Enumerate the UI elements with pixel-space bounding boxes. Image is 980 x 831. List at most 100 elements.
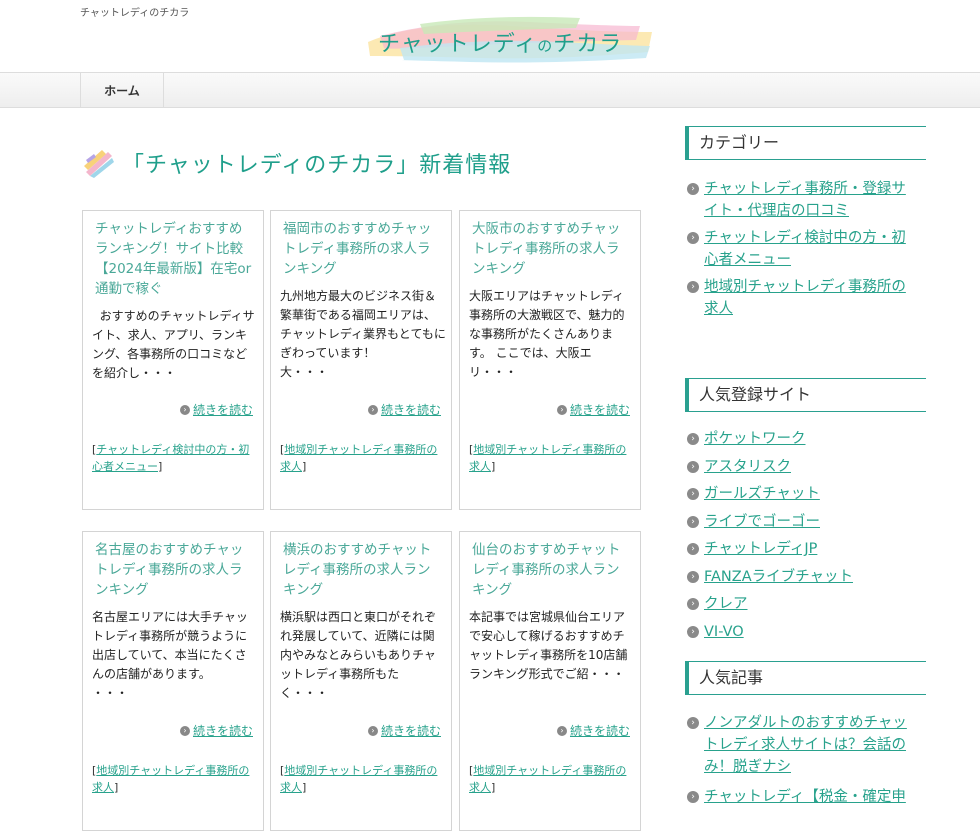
article-excerpt: 本記事では宮城県仙台エリアで安心して稼げるおすすめチャットレディ事務所を10店舗… <box>469 610 628 681</box>
popular-article-item: › チャットレディ【税金・確定申 <box>687 786 912 808</box>
popular-site-link[interactable]: ライブでゴーゴー <box>704 514 820 530</box>
read-more-label[interactable]: 続きを読む <box>193 401 253 418</box>
popular-site-item: › ポケットワーク <box>687 428 912 450</box>
popular-site-link[interactable]: アスタリスク <box>704 459 791 475</box>
popular-site-link[interactable]: FANZAライブチャット <box>704 569 853 585</box>
article-card[interactable]: 仙台のおすすめチャットレディ事務所の求人ランキング 本記事では宮城県仙台エリアで… <box>459 531 641 831</box>
article-category: [地域別チャットレディ事務所の求人] <box>280 764 438 794</box>
read-more-link[interactable]: › 続きを読む <box>367 722 441 739</box>
read-more-label[interactable]: 続きを読む <box>193 722 253 739</box>
chevron-right-icon: › <box>687 232 699 244</box>
chevron-right-icon: › <box>687 515 699 528</box>
popular-site-item: › チャットレディJP <box>687 538 912 560</box>
article-excerpt: おすすめのチャットレディサイト、求人、アプリ、ランキング、各事務所の口コミなどを… <box>92 309 255 380</box>
chevron-right-icon: › <box>687 460 699 473</box>
article-excerpt: 大阪エリアはチャットレディ事務所の大激戦区で、魅力的な事務所がたくさんあります。… <box>469 289 625 379</box>
category-link[interactable]: チャットレディ検討中の方・初心者メニュー <box>92 443 249 473</box>
read-more-label[interactable]: 続きを読む <box>570 722 630 739</box>
category-link[interactable]: 地域別チャットレディ事務所の求人 <box>469 764 626 794</box>
read-more-link[interactable]: › 続きを読む <box>367 401 441 418</box>
chevron-right-icon: › <box>687 570 699 583</box>
category-link[interactable]: 地域別チャットレディ事務所の求人 <box>280 764 437 794</box>
article-excerpt: 九州地方最大のビジネス街＆繁華街である福岡エリアは、チャットレディ業界もとてもに… <box>280 289 446 379</box>
chevron-right-icon: › <box>179 404 190 415</box>
popular-article-link[interactable]: チャットレディ【税金・確定申 <box>704 789 906 805</box>
popular-site-link[interactable]: ポケットワーク <box>704 431 806 447</box>
popular-site-item: › VI-VO <box>687 621 912 643</box>
article-card[interactable]: チャットレディおすすめランキング！サイト比較【2024年最新版】在宅or通勤で稼… <box>82 210 264 510</box>
chevron-right-icon: › <box>367 725 378 736</box>
sidebar-category-link[interactable]: 地域別チャットレディ事務所の求人 <box>704 279 906 317</box>
page-title-text: 「チャットレディのチカラ」新着情報 <box>122 153 512 178</box>
article-excerpt: 名古屋エリアには大手チャットレディ事務所が競うように出店していて、本当にたくさん… <box>92 610 248 700</box>
article-excerpt: 横浜駅は西口と東口がそれぞれ発展していて、近隣には関内やみなとみらいもありチャッ… <box>280 610 437 700</box>
popular-site-link[interactable]: ガールズチャット <box>704 486 820 502</box>
sidebar-category-item: › チャットレディ検討中の方・初心者メニュー <box>687 227 912 271</box>
article-category: [地域別チャットレディ事務所の求人] <box>469 764 627 794</box>
logo-text-c: チカラ <box>553 32 623 57</box>
article-card[interactable]: 福岡市のおすすめチャットレディ事務所の求人ランキング 九州地方最大のビジネス街＆… <box>270 210 452 510</box>
popular-site-item: › ライブでゴーゴー <box>687 511 912 533</box>
read-more-link[interactable]: › 続きを読む <box>179 401 253 418</box>
popular-site-link[interactable]: チャットレディJP <box>704 541 817 557</box>
nav-home-link[interactable]: ホーム <box>80 73 164 107</box>
sidebar-category-item: › 地域別チャットレディ事務所の求人 <box>687 276 912 320</box>
popular-article-item: › ノンアダルトのおすすめチャットレディ求人サイトは？会話のみ！脱ぎナシ <box>687 712 912 778</box>
sidebar-popular-articles-heading: 人気記事 <box>685 661 926 695</box>
article-category: [チャットレディ検討中の方・初心者メニュー] <box>92 443 250 473</box>
chevron-right-icon: › <box>687 543 699 555</box>
article-card[interactable]: 名古屋のおすすめチャットレディ事務所の求人ランキング 名古屋エリアには大手チャッ… <box>82 531 264 831</box>
article-title[interactable]: 仙台のおすすめチャットレディ事務所の求人ランキング <box>472 540 632 600</box>
article-title[interactable]: 福岡市のおすすめチャットレディ事務所の求人ランキング <box>283 219 443 279</box>
chevron-right-icon: › <box>367 404 378 415</box>
chevron-right-icon: › <box>179 725 190 736</box>
article-card[interactable]: 大阪市のおすすめチャットレディ事務所の求人ランキング 大阪エリアはチャットレディ… <box>459 210 641 510</box>
read-more-link[interactable]: › 続きを読む <box>179 722 253 739</box>
category-link[interactable]: 地域別チャットレディ事務所の求人 <box>280 443 437 473</box>
article-card[interactable]: 横浜のおすすめチャットレディ事務所の求人ランキング 横浜駅は西口と東口がそれぞれ… <box>270 531 452 831</box>
read-more-link[interactable]: › 続きを読む <box>556 401 630 418</box>
popular-site-link[interactable]: クレア <box>704 596 748 612</box>
popular-article-link[interactable]: ノンアダルトのおすすめチャットレディ求人サイトは？会話のみ！脱ぎナシ <box>704 715 907 775</box>
chevron-right-icon: › <box>687 433 699 445</box>
chevron-right-icon: › <box>687 488 699 500</box>
read-more-label[interactable]: 続きを読む <box>570 401 630 418</box>
site-tagline: チャットレディのチカラ <box>80 8 190 19</box>
logo-text-b: の <box>537 37 554 55</box>
chevron-right-icon: › <box>687 281 699 293</box>
article-title[interactable]: チャットレディおすすめランキング！サイト比較【2024年最新版】在宅or通勤で稼… <box>95 219 255 299</box>
read-more-link[interactable]: › 続きを読む <box>556 722 630 739</box>
chevron-right-icon: › <box>556 404 567 415</box>
color-splash-icon <box>84 150 114 178</box>
sidebar-category-link[interactable]: チャットレディ検討中の方・初心者メニュー <box>704 230 906 268</box>
sidebar-categories-list: › チャットレディ事務所・登録サイト・代理店の口コミ › チャットレディ検討中の方・… <box>687 178 912 320</box>
sidebar-popular-sites-list: › ポケットワーク › アスタリスク › ガールズチャット › ライブでゴーゴー › チャ… <box>687 428 912 643</box>
article-title[interactable]: 大阪市のおすすめチャットレディ事務所の求人ランキング <box>472 219 632 279</box>
chevron-right-icon: › <box>687 598 699 610</box>
category-link[interactable]: 地域別チャットレディ事務所の求人 <box>469 443 626 473</box>
article-category: [地域別チャットレディ事務所の求人] <box>469 443 627 473</box>
sidebar-category-item: › チャットレディ事務所・登録サイト・代理店の口コミ <box>687 178 912 222</box>
article-category: [地域別チャットレディ事務所の求人] <box>92 764 250 794</box>
logo-text-a: チャットレディ <box>378 32 538 57</box>
page-title: 「チャットレディのチカラ」新着情報 <box>82 145 511 181</box>
popular-site-item: › アスタリスク <box>687 456 912 478</box>
read-more-label[interactable]: 続きを読む <box>381 722 441 739</box>
popular-site-item: › クレア <box>687 593 912 615</box>
main-nav: ホーム <box>0 72 980 108</box>
category-link[interactable]: 地域別チャットレディ事務所の求人 <box>92 764 249 794</box>
chevron-right-icon: › <box>687 717 699 729</box>
logo-text: チャットレディのチカラ <box>378 26 622 58</box>
popular-site-link[interactable]: VI-VO <box>704 624 744 640</box>
site-logo[interactable]: チャットレディのチカラ <box>360 12 660 70</box>
read-more-label[interactable]: 続きを読む <box>381 401 441 418</box>
chevron-right-icon: › <box>556 725 567 736</box>
sidebar-category-link[interactable]: チャットレディ事務所・登録サイト・代理店の口コミ <box>704 181 906 219</box>
sidebar-categories-heading: カテゴリー <box>685 126 926 160</box>
chevron-right-icon: › <box>687 791 699 803</box>
article-title[interactable]: 名古屋のおすすめチャットレディ事務所の求人ランキング <box>95 540 255 600</box>
chevron-right-icon: › <box>687 183 699 195</box>
article-title[interactable]: 横浜のおすすめチャットレディ事務所の求人ランキング <box>283 540 443 600</box>
sidebar-popular-sites-heading: 人気登録サイト <box>685 378 926 412</box>
article-category: [地域別チャットレディ事務所の求人] <box>280 443 438 473</box>
